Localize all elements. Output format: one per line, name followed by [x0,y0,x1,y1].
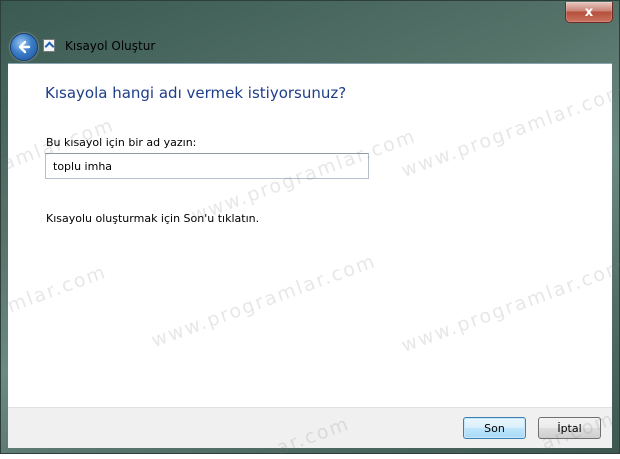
back-arrow-icon [18,40,31,54]
shortcut-name-label: Bu kısayol için bir ad yazın: [46,136,197,149]
close-button[interactable]: x [565,2,613,23]
dialog-window: x Kısayol Oluştur Kısayola hangi adı ver… [0,0,620,454]
page-title: Kısayola hangi adı vermek istiyorsunuz? [45,84,347,102]
close-icon: x [584,4,594,20]
wizard-content: Kısayola hangi adı vermek istiyorsunuz? … [8,63,612,408]
title-bar: x Kısayol Oluştur [1,1,619,63]
finish-button[interactable]: Son [463,417,526,439]
button-bar: Son İptal [8,407,612,448]
window-title: Kısayol Oluştur [65,39,156,53]
back-button[interactable] [10,33,38,61]
instruction-text: Kısayolu oluşturmak için Son'u tıklatın. [46,212,260,225]
shortcut-icon [43,39,55,52]
cancel-button[interactable]: İptal [538,417,601,439]
shortcut-name-input[interactable] [45,153,369,179]
